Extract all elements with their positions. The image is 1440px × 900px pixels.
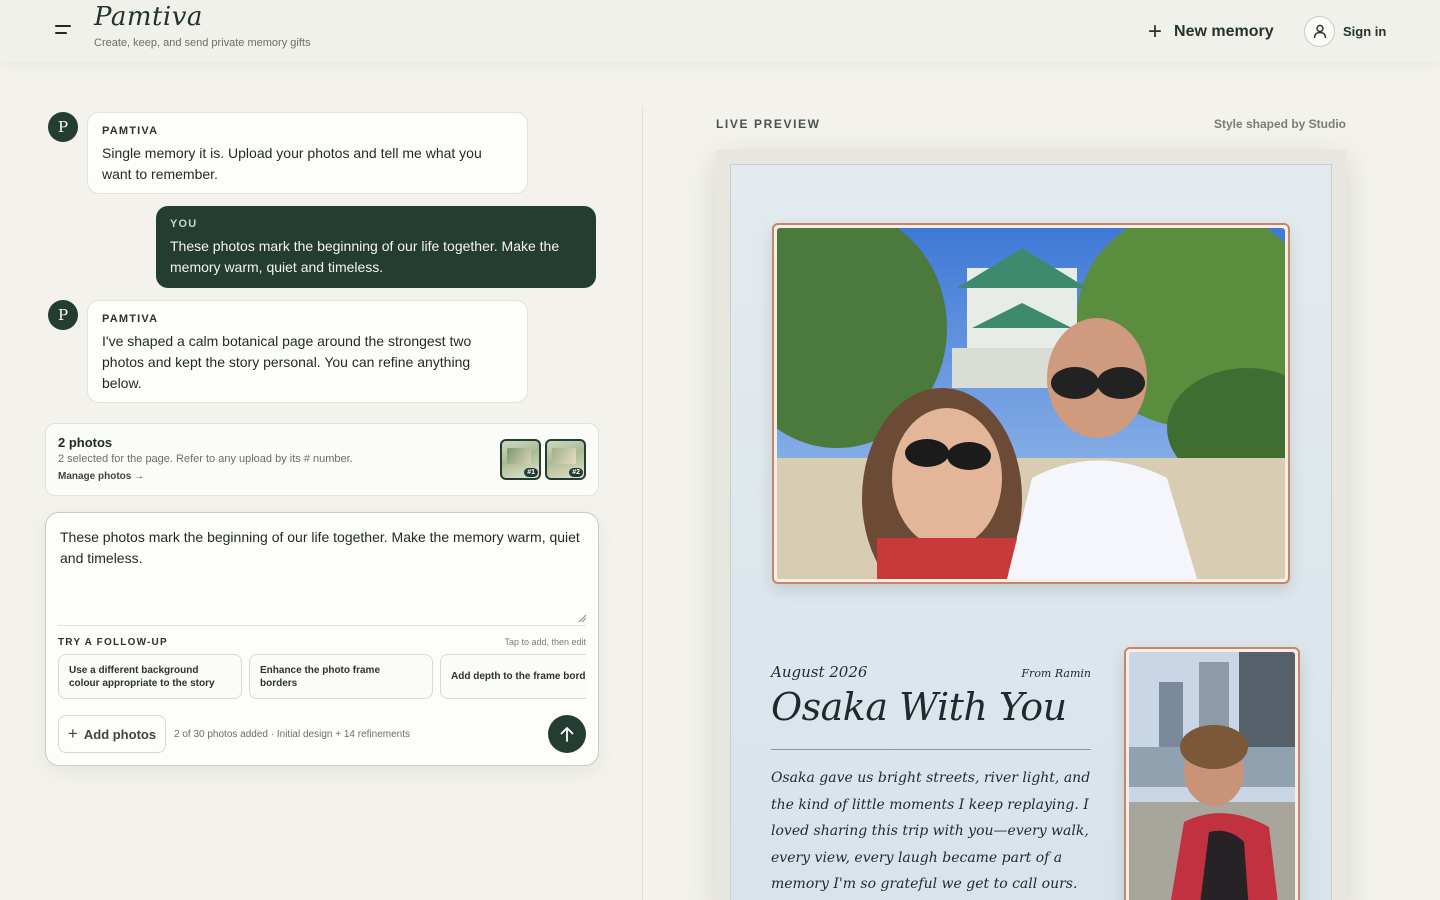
title-underline [771,749,1091,750]
photos-subtitle: 2 selected for the page. Refer to any up… [58,453,353,465]
portrait-photo [1129,652,1295,900]
app-header: Pamtiva Create, keep, and send private m… [0,0,1440,62]
new-memory-label: New memory [1174,23,1274,40]
chip-line: Enhance the photo frame [260,664,381,676]
plus-icon: + [1148,18,1163,45]
memory-preview-frame: August 2026 From Ramin Osaka With You Os… [716,150,1346,900]
chip-line: Use a different background [69,664,199,676]
chip-line: borders [260,677,298,689]
message-text: These photos mark the beginning of our l… [170,238,560,275]
assistant-message: PAMTIVA Single memory it is. Upload your… [87,112,528,194]
user-message: YOU These photos mark the beginning of o… [156,206,596,288]
follow-up-hint: Tap to add, then edit [504,637,586,647]
arrow-up-icon [560,727,574,742]
send-button[interactable] [548,715,586,753]
sign-in-button[interactable]: Sign in [1304,16,1386,47]
chip-line: Add depth to the frame borders [451,671,586,682]
message-sender: PAMTIVA [102,313,159,325]
secondary-photo [1124,647,1300,900]
user-icon [1304,16,1335,47]
photo-number-badge: #2 [569,468,583,477]
message-text: I've shaped a calm botanical page around… [102,333,472,391]
memory-date: August 2026 [771,663,868,681]
memory-from: From Ramin [1021,667,1091,680]
message-sender: PAMTIVA [102,125,159,137]
add-photos-label: Add photos [83,726,157,742]
photo-number-badge: #1 [524,468,538,477]
memory-story: Osaka gave us bright streets, river ligh… [771,770,1091,892]
photo-thumbnail[interactable]: #1 [500,439,541,480]
couple-photo [777,228,1285,579]
sign-in-label: Sign in [1343,24,1387,39]
live-preview-label: LIVE PREVIEW [716,117,821,131]
suggestion-chips: Use a different background colour appropr… [58,654,586,700]
photos-count-status: 2 of 30 photos added · Initial design + … [174,729,410,740]
new-memory-button[interactable]: + New memory [1148,18,1274,46]
memory-title: Osaka With You [771,685,1067,729]
photos-count-title: 2 photos [58,435,113,450]
plus-icon: + [67,724,78,743]
suggestion-chip[interactable]: Use a different background colour appropr… [58,654,242,699]
suggestion-chip[interactable]: Add depth to the frame borders [440,654,586,699]
style-source-label: Style shaped by Studio [1213,117,1346,131]
follow-up-title: TRY A FOLLOW-UP [58,637,168,648]
resize-handle-icon[interactable] [577,613,587,623]
photo-thumbnail[interactable]: #2 [545,439,586,480]
chip-line: colour appropriate to the story [69,677,215,689]
main-photo [772,223,1290,584]
photos-summary-card: 2 photos 2 selected for the page. Refer … [45,423,599,496]
assistant-avatar: P [48,112,78,142]
memory-page: August 2026 From Ramin Osaka With You Os… [730,164,1332,900]
assistant-avatar: P [48,300,78,330]
prompt-input[interactable] [60,527,588,623]
message-text: Single memory it is. Upload your photos … [102,145,482,182]
column-divider [642,106,643,900]
app-tagline: Create, keep, and send private memory gi… [94,37,311,49]
assistant-message: PAMTIVA I've shaped a calm botanical pag… [87,300,528,403]
suggestion-chip[interactable]: Enhance the photo frame borders [249,654,433,699]
app-logo[interactable]: Pamtiva [94,2,203,32]
menu-icon[interactable] [52,22,74,40]
manage-photos-link[interactable]: Manage photos → [58,471,144,482]
add-photos-button[interactable]: + Add photos [58,715,166,753]
divider [58,625,586,626]
message-composer: TRY A FOLLOW-UP Tap to add, then edit Us… [45,512,599,766]
message-sender: YOU [170,218,198,230]
